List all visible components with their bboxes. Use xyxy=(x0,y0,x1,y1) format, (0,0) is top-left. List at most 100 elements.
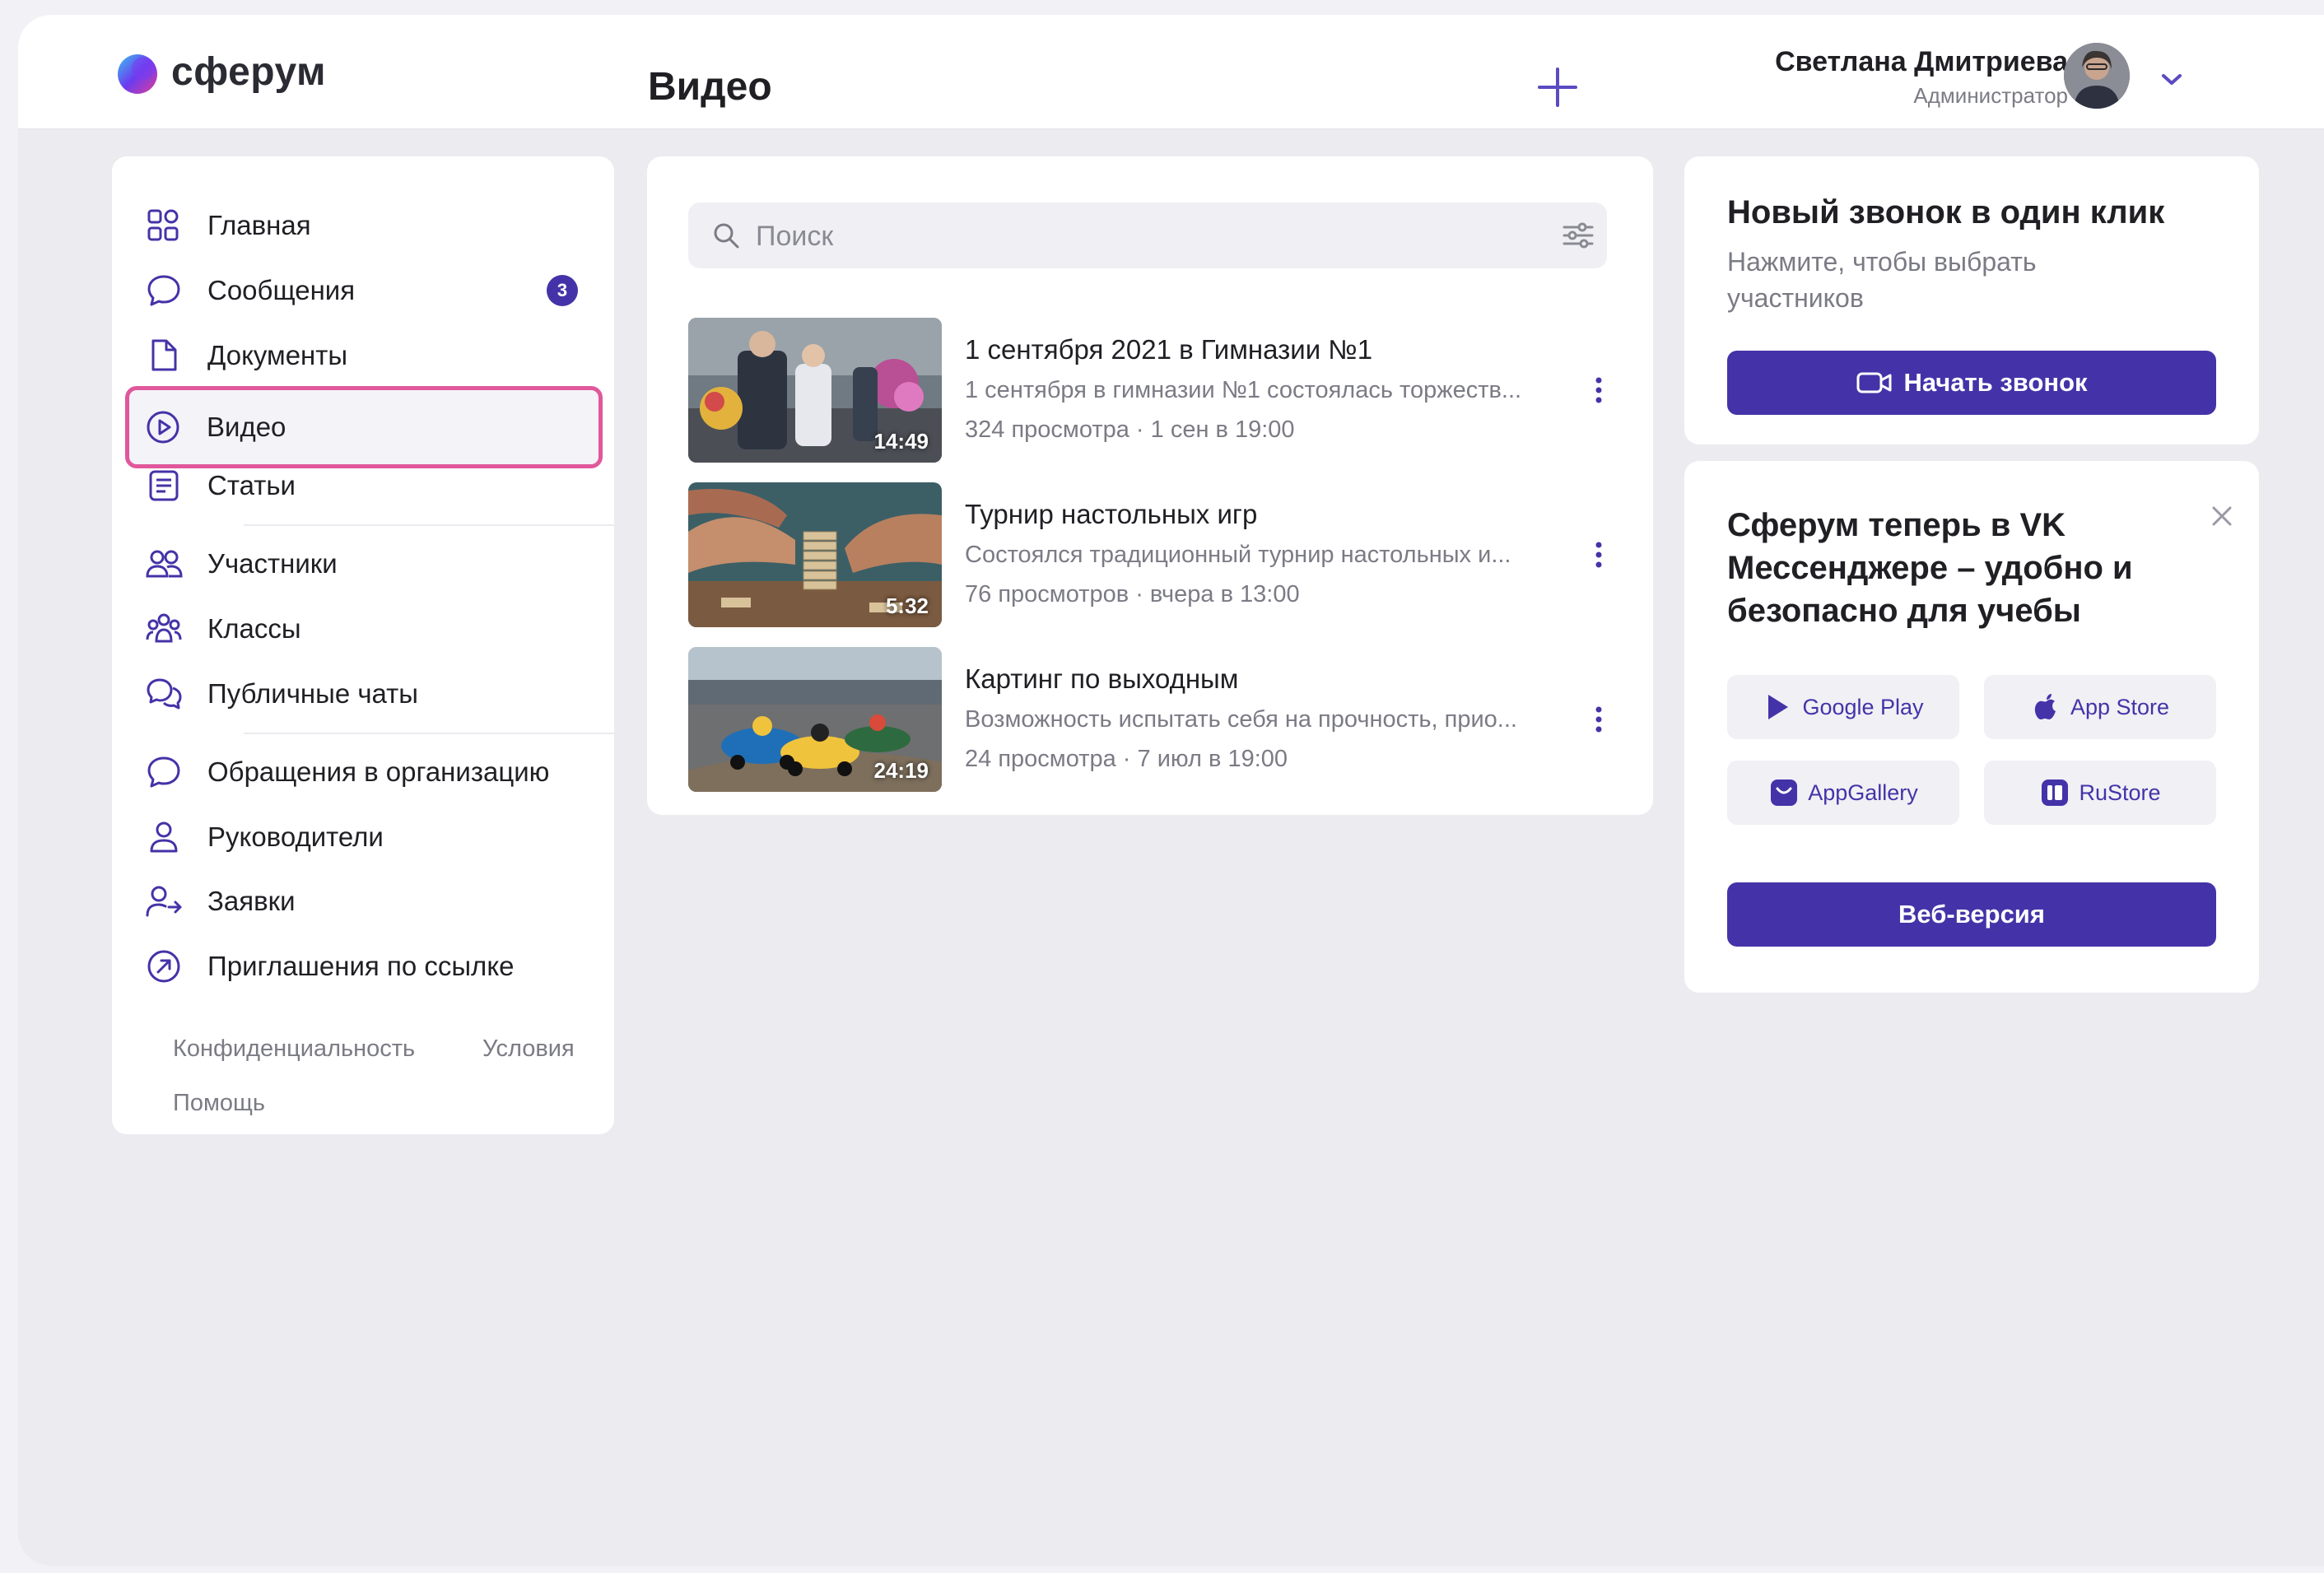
start-call-label: Начать звонок xyxy=(1903,368,2088,397)
top-bar: сферум Видео Светлана Дмитриева Админист… xyxy=(18,15,2324,129)
logo[interactable]: сферум xyxy=(115,49,326,95)
unread-badge: 3 xyxy=(547,275,578,306)
document-icon xyxy=(151,339,177,371)
chevron-down-icon[interactable] xyxy=(2157,69,2187,89)
sidebar-item-label: Приглашения по ссылке xyxy=(207,951,515,981)
sidebar-item-label: Участники xyxy=(207,548,338,579)
user-arrow-icon xyxy=(146,886,182,917)
sidebar: Главная Сообщения 3 Документы Видео Стат… xyxy=(112,156,688,1134)
more-vertical-icon[interactable] xyxy=(1592,538,1605,571)
user-role: Администратор xyxy=(1913,83,2068,108)
page-title: Видео xyxy=(648,65,772,109)
google-play-icon xyxy=(1768,695,1789,719)
user-icon xyxy=(150,821,178,853)
help-link[interactable]: Помощь xyxy=(173,1090,265,1117)
avatar[interactable] xyxy=(2064,43,2130,109)
message-bubble-icon xyxy=(147,275,180,306)
sidebar-item-classes[interactable]: Классы xyxy=(130,598,596,660)
call-card-title: Новый звонок в один клик xyxy=(1727,194,2165,230)
more-vertical-icon[interactable] xyxy=(1592,374,1605,407)
video-thumbnail[interactable]: 5:32 xyxy=(688,482,942,627)
video-duration: 24:19 xyxy=(873,758,929,783)
logo-text: сферум xyxy=(171,50,327,94)
video-meta: 24 просмотра · 7 июл в 19:00 xyxy=(965,746,1288,772)
sidebar-item-label: Классы xyxy=(207,613,301,644)
sidebar-item-label: Заявки xyxy=(207,886,296,916)
video-duration: 14:49 xyxy=(873,429,929,454)
sidebar-item-public-chats[interactable]: Публичные чаты xyxy=(130,663,596,725)
app-window: сферум Видео Светлана Дмитриева Админист… xyxy=(18,15,2324,1566)
video-meta: 76 просмотров · вчера в 13:00 xyxy=(965,581,1300,607)
appgallery-button[interactable]: AppGallery xyxy=(1727,761,1959,825)
group-icon xyxy=(146,613,182,643)
video-item[interactable]: 14:49 1 сентября 2021 в Гимназии №1 1 се… xyxy=(688,318,1618,463)
users-icon xyxy=(146,550,183,578)
sidebar-item-label: Видео xyxy=(207,412,286,442)
video-description: Возможность испытать себя на прочность, … xyxy=(965,706,1517,733)
rustore-icon xyxy=(2042,780,2069,806)
appgallery-icon xyxy=(1771,780,1798,806)
search-input[interactable] xyxy=(754,202,1539,270)
sidebar-item-home[interactable]: Главная xyxy=(130,194,596,257)
web-version-button[interactable]: Веб-версия xyxy=(1727,882,2216,947)
filter-settings-icon[interactable] xyxy=(1561,219,1595,252)
video-description: Состоялся традиционный турнир настольных… xyxy=(965,542,1511,568)
privacy-link[interactable]: Конфиденциальность xyxy=(173,1035,415,1063)
sidebar-item-label: Публичные чаты xyxy=(207,678,419,709)
video-list-panel: 14:49 1 сентября 2021 в Гимназии №1 1 се… xyxy=(647,156,1653,815)
sidebar-item-requests[interactable]: Заявки xyxy=(130,870,596,933)
sidebar-item-documents[interactable]: Документы xyxy=(130,324,596,387)
sidebar-item-articles[interactable]: Статьи xyxy=(130,454,596,517)
play-circle-icon xyxy=(147,411,179,444)
terms-link[interactable]: Условия xyxy=(482,1035,575,1063)
video-thumbnail[interactable]: 14:49 xyxy=(688,318,942,463)
apple-icon xyxy=(2034,694,2056,719)
video-thumbnail[interactable]: 24:19 xyxy=(688,647,942,792)
sidebar-item-participants[interactable]: Участники xyxy=(130,533,596,595)
rustore-button[interactable]: RuStore xyxy=(1984,761,2216,825)
store-label: App Store xyxy=(2070,694,2170,719)
sidebar-item-appeals[interactable]: Обращения в организацию xyxy=(130,741,596,803)
chats-icon xyxy=(147,678,182,710)
store-label: Google Play xyxy=(1802,694,1924,719)
sidebar-item-label: Статьи xyxy=(207,470,296,500)
sidebar-item-label: Главная xyxy=(207,210,311,240)
video-camera-icon xyxy=(1856,372,1892,393)
web-version-label: Веб-версия xyxy=(1898,900,2045,928)
message-bubble-icon xyxy=(147,756,180,788)
user-name: Светлана Дмитриева xyxy=(1775,46,2068,77)
call-card-subtitle: Нажмите, чтобы выбрать участников xyxy=(1727,247,2037,313)
sidebar-divider xyxy=(244,733,688,734)
sidebar-item-label: Документы xyxy=(207,340,348,370)
store-label: AppGallery xyxy=(1808,780,1918,805)
video-description: 1 сентября в гимназии №1 состоялась торж… xyxy=(965,377,1522,403)
link-arrow-icon xyxy=(147,950,180,983)
sidebar-item-managers[interactable]: Руководители xyxy=(130,806,596,868)
google-play-button[interactable]: Google Play xyxy=(1727,675,1959,739)
more-vertical-icon[interactable] xyxy=(1592,703,1605,736)
sferum-logo-icon xyxy=(118,54,157,94)
video-item[interactable]: 5:32 Турнир настольных игр Состоялся тра… xyxy=(688,482,1618,627)
app-store-button[interactable]: App Store xyxy=(1984,675,2216,739)
video-duration: 5:32 xyxy=(885,593,929,618)
search-icon xyxy=(714,223,739,249)
add-plus-button[interactable] xyxy=(1533,63,1582,112)
start-call-button[interactable]: Начать звонок xyxy=(1727,351,2216,415)
sidebar-item-label: Руководители xyxy=(207,821,384,852)
sidebar-item-label: Сообщения xyxy=(207,275,356,305)
new-call-card: Новый звонок в один клик Нажмите, чтобы … xyxy=(1684,156,2259,444)
video-title[interactable]: Турнир настольных игр xyxy=(965,499,1257,530)
sidebar-item-messages[interactable]: Сообщения 3 xyxy=(130,259,596,322)
video-title[interactable]: Картинг по выходным xyxy=(965,663,1238,695)
app-card-title: Сферум теперь в VK Мессенджере – удобно … xyxy=(1727,507,2133,629)
close-icon[interactable] xyxy=(2208,502,2236,530)
search-bar xyxy=(688,202,1607,270)
video-item[interactable]: 24:19 Картинг по выходным Возможность ис… xyxy=(688,647,1618,792)
sidebar-item-invite-links[interactable]: Приглашения по ссылке xyxy=(130,935,596,998)
grid-icon xyxy=(147,209,179,241)
sidebar-divider xyxy=(244,524,688,526)
video-title[interactable]: 1 сентября 2021 в Гимназии №1 xyxy=(965,334,1372,365)
store-label: RuStore xyxy=(2079,780,2161,805)
vk-messenger-card: Сферум теперь в VK Мессенджере – удобно … xyxy=(1684,461,2259,993)
user-info[interactable]: Светлана Дмитриева Администратор xyxy=(1739,46,2068,109)
